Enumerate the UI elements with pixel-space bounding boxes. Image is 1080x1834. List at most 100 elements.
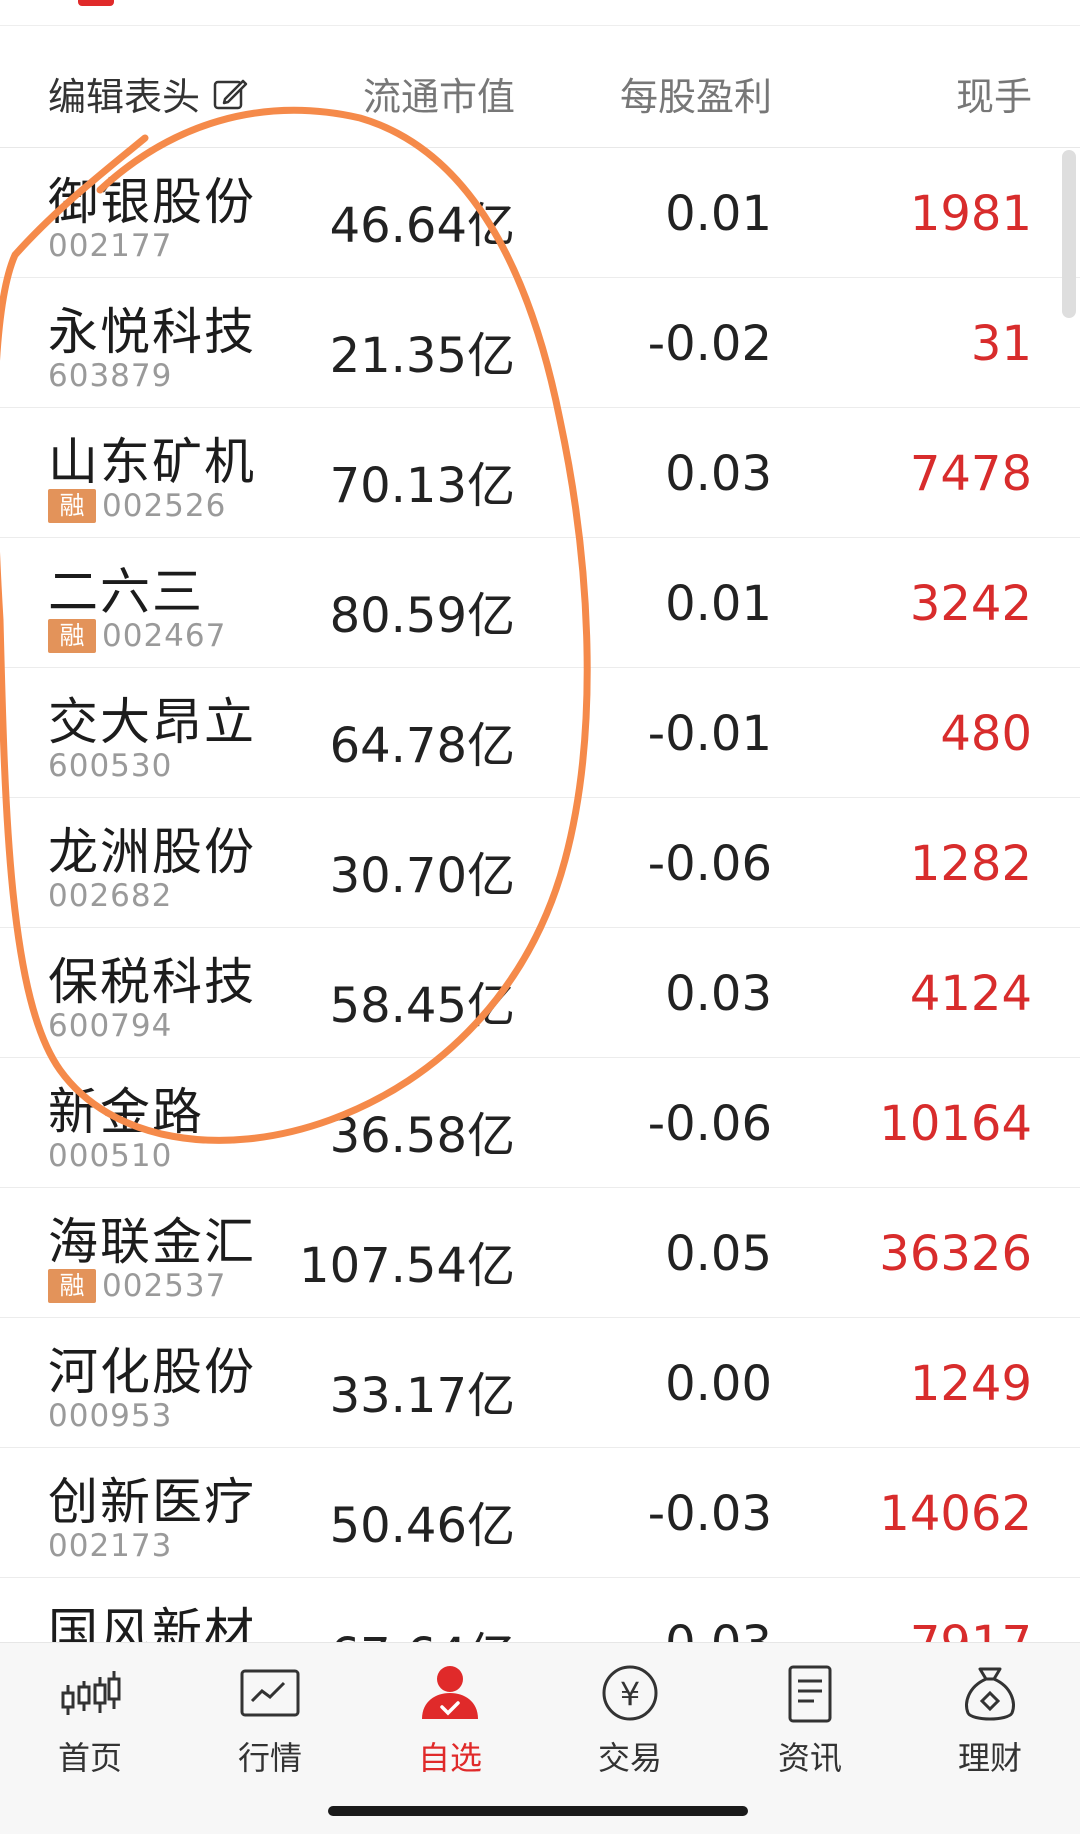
stock-code: 600530 bbox=[48, 748, 173, 784]
table-row[interactable]: 创新医疗 002173 50.46亿 -0.03 14062 bbox=[0, 1448, 1080, 1578]
current-hand-value: 1282 bbox=[909, 836, 1032, 892]
stock-code: 002173 bbox=[48, 1528, 173, 1564]
chart-icon bbox=[240, 1669, 300, 1717]
market-cap-value: 80.59亿 bbox=[329, 588, 515, 644]
margin-badge: 融 bbox=[48, 619, 96, 653]
candlestick-icon bbox=[61, 1671, 121, 1715]
stock-name: 河化股份 bbox=[48, 1343, 256, 1401]
stock-code: 002537 bbox=[102, 1268, 227, 1304]
margin-badge: 融 bbox=[48, 1269, 96, 1303]
stock-name: 龙洲股份 bbox=[48, 823, 256, 881]
code-line: 603879 bbox=[48, 358, 172, 394]
tab-market[interactable]: 行情 bbox=[210, 1663, 330, 1779]
code-line: 002173 bbox=[48, 1528, 172, 1564]
table-row[interactable]: 永悦科技 603879 21.35亿 -0.02 31 bbox=[0, 278, 1080, 408]
tab-news[interactable]: 资讯 bbox=[750, 1663, 870, 1779]
market-cap-value: 50.46亿 bbox=[329, 1498, 515, 1554]
table-row[interactable]: 河化股份 000953 33.17亿 0.00 1249 bbox=[0, 1318, 1080, 1448]
stock-code: 000953 bbox=[48, 1398, 173, 1434]
home-indicator bbox=[328, 1806, 748, 1816]
market-cap-value: 67.64亿 bbox=[330, 1616, 515, 1642]
table-row[interactable]: 新金路 000510 36.58亿 -0.06 10164 bbox=[0, 1058, 1080, 1188]
stock-code: 002467 bbox=[102, 618, 227, 654]
eps-value: 0.03 bbox=[665, 446, 772, 502]
tab-label: 自选 bbox=[417, 1739, 482, 1777]
tab-trade[interactable]: ¥ 交易 bbox=[570, 1663, 690, 1779]
edit-header-label: 编辑表头 bbox=[48, 75, 201, 119]
table-header: 编辑表头 流通市值 每股盈利 现手 bbox=[0, 26, 1080, 148]
current-hand-value: 31 bbox=[970, 316, 1032, 372]
code-line: 融 002537 bbox=[48, 1268, 226, 1304]
column-header-market-cap[interactable]: 流通市值 bbox=[363, 66, 515, 121]
table-row[interactable]: 二六三融 002467 80.59亿 0.01 3242 bbox=[0, 538, 1080, 668]
margin-badge: 融 bbox=[48, 489, 96, 523]
column-header-eps[interactable]: 每股盈利 bbox=[620, 66, 772, 121]
eps-value: 0.05 bbox=[665, 1226, 772, 1282]
current-hand-value: 3242 bbox=[909, 576, 1032, 632]
eps-value: 0.01 bbox=[665, 186, 772, 242]
table-row[interactable]: 海联金汇融 002537 107.54亿 0.05 36326 bbox=[0, 1188, 1080, 1318]
market-cap-value: 36.58亿 bbox=[329, 1108, 515, 1164]
tab-wealth[interactable]: 理财 bbox=[930, 1663, 1050, 1779]
code-line: 002177 bbox=[48, 228, 172, 264]
market-cap-value: 64.78亿 bbox=[329, 718, 515, 774]
tab-label: 理财 bbox=[957, 1739, 1022, 1777]
eps-value: 0.00 bbox=[665, 1356, 772, 1412]
watchlist-table[interactable]: 御银股份 002177 46.64亿 0.01 1981 永悦科技 603879 21.35亿… bbox=[0, 148, 1080, 1642]
tab-label: 交易 bbox=[597, 1739, 662, 1777]
stock-name: 二六三 bbox=[48, 563, 204, 621]
top-strip bbox=[0, 0, 1080, 26]
stock-code: 002177 bbox=[48, 228, 173, 264]
code-line: 融 002526 bbox=[48, 488, 226, 524]
table-row[interactable]: 交大昂立 600530 64.78亿 -0.01 480 bbox=[0, 668, 1080, 798]
tab-label: 行情 bbox=[237, 1739, 302, 1777]
eps-value: -0.03 bbox=[648, 1616, 772, 1642]
eps-value: -0.06 bbox=[647, 1096, 772, 1152]
table-row[interactable]: 国风新材00085967.64亿-0.037917 bbox=[0, 1578, 1080, 1642]
stock-name: 保税科技 bbox=[48, 953, 256, 1011]
scrollbar[interactable] bbox=[1062, 150, 1076, 318]
stock-name: 山东矿机 bbox=[48, 433, 256, 491]
stock-code: 000510 bbox=[48, 1138, 173, 1174]
red-tab-indicator bbox=[78, 0, 114, 6]
current-hand-value: 10164 bbox=[879, 1096, 1032, 1152]
stock-name: 交大昂立 bbox=[48, 693, 256, 751]
edit-header-button[interactable]: 编辑表头 bbox=[48, 66, 250, 121]
current-hand-value: 7917 bbox=[910, 1616, 1032, 1642]
current-hand-value: 14062 bbox=[879, 1486, 1032, 1542]
tab-label: 资讯 bbox=[777, 1739, 842, 1777]
code-line: 融 002467 bbox=[48, 618, 226, 654]
current-hand-value: 4124 bbox=[909, 966, 1032, 1022]
edit-icon bbox=[213, 79, 248, 109]
eps-value: 0.01 bbox=[665, 576, 772, 632]
current-hand-value: 1249 bbox=[909, 1356, 1032, 1412]
eps-value: -0.06 bbox=[647, 836, 772, 892]
tab-watchlist[interactable]: 自选 bbox=[390, 1663, 510, 1779]
current-hand-value: 480 bbox=[940, 706, 1032, 762]
market-cap-value: 30.70亿 bbox=[329, 848, 515, 904]
market-cap-value: 21.35亿 bbox=[329, 328, 515, 384]
current-hand-value: 1981 bbox=[909, 186, 1032, 242]
column-header-hand[interactable]: 现手 bbox=[956, 66, 1032, 121]
table-row[interactable]: 山东矿机融 002526 70.13亿 0.03 7478 bbox=[0, 408, 1080, 538]
stock-code: 600794 bbox=[48, 1008, 173, 1044]
code-line: 000953 bbox=[48, 1398, 172, 1434]
stock-name: 国风新材 bbox=[48, 1603, 256, 1642]
stock-code: 603879 bbox=[48, 358, 173, 394]
tab-home[interactable]: 首页 bbox=[30, 1663, 150, 1779]
market-cap-value: 58.45亿 bbox=[329, 978, 515, 1034]
market-cap-value: 70.13亿 bbox=[329, 458, 515, 514]
table-row[interactable]: 保税科技 600794 58.45亿 0.03 4124 bbox=[0, 928, 1080, 1058]
eps-value: -0.02 bbox=[647, 316, 772, 372]
eps-value: -0.03 bbox=[647, 1486, 772, 1542]
eps-value: 0.03 bbox=[665, 966, 772, 1022]
code-line: 000510 bbox=[48, 1138, 172, 1174]
user-check-icon bbox=[422, 1666, 478, 1719]
money-bag-icon bbox=[965, 1667, 1015, 1721]
code-line: 600530 bbox=[48, 748, 172, 784]
stock-name: 海联金汇 bbox=[48, 1213, 256, 1271]
table-row[interactable]: 御银股份 002177 46.64亿 0.01 1981 bbox=[0, 148, 1080, 278]
stock-name: 创新医疗 bbox=[48, 1473, 256, 1531]
table-row[interactable]: 龙洲股份 002682 30.70亿 -0.06 1282 bbox=[0, 798, 1080, 928]
stock-code: 002682 bbox=[48, 878, 173, 914]
